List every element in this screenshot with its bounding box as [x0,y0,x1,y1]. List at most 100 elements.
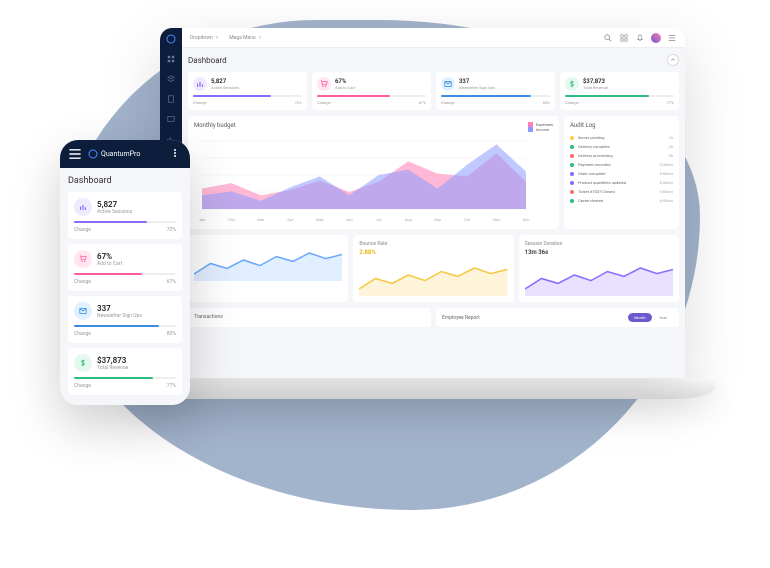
stat-change-label: Change [317,100,331,105]
stat-pct: 67% [419,100,426,105]
sidebar-box-icon[interactable] [166,114,176,124]
svg-text:Feb: Feb [228,217,235,222]
sparkline-chart [194,241,342,281]
sparkline-chart [359,256,507,296]
audit-item[interactable]: Order complete 6:00am [570,169,673,178]
dollar-icon [74,354,92,372]
svg-text:Jun: Jun [346,217,353,222]
stat-card: 337 Newsletter Sign Ups Change83% [436,72,555,110]
phone-stat-card: 337 Newsletter Sign Ups Change83% [68,296,182,343]
stat-change-label: Change [565,100,579,105]
svg-text:Aug: Aug [405,217,412,222]
mini-chart-title: Session Duration [525,241,673,247]
stat-change-label: Change [74,279,91,285]
stat-label: Newsletter Sign Ups [97,313,142,319]
audit-item[interactable]: Delivery processing3h [570,151,673,160]
phone-page-title: Dashboard [68,176,182,186]
audit-time: 0:30am [660,162,673,167]
stat-value: 5,827 [211,78,239,85]
stat-card: 5,827 Active Sessions Change72% [188,72,307,110]
stat-value: 5,827 [97,200,132,209]
audit-log-title: Audit Log [570,122,673,129]
stat-pct: 83% [543,100,550,105]
chart-title: Monthly budget [194,122,553,129]
stat-pct: 67% [167,279,176,285]
hamburger-icon[interactable] [68,147,82,161]
cart-icon [317,77,331,91]
phone-stat-card: 67% Add to Cart Change67% [68,244,182,291]
audit-text: Server pending [578,135,605,140]
phone-topbar: QuantumPro [60,140,190,168]
stat-value: 67% [335,78,355,85]
bell-icon[interactable] [635,33,645,43]
audit-item[interactable]: Ticket #7037 Closed6:00am [570,187,673,196]
audit-item[interactable]: Product quantities updated6:00am [570,178,673,187]
stat-change-label: Change [74,383,91,389]
chart-legend: ExpensesIncome [528,122,553,132]
mini-chart-value: 13m 36s [525,249,673,256]
topbar-dropdown[interactable]: Dropdown [190,35,213,41]
svg-text:Apr: Apr [287,217,294,222]
sidebar-layers-icon[interactable] [166,74,176,84]
audit-item[interactable]: Cache cleared6:00am [570,196,673,205]
stat-label: Active Sessions [97,209,132,215]
phone-stat-card: $37,873 Total Revenue Change77% [68,348,182,395]
cart-icon [74,250,92,268]
sidebar-home-icon[interactable] [166,54,176,64]
stat-change-label: Change [74,227,91,233]
app-topbar: Dropdown ▾ Mega Menu ▾ [182,28,685,48]
monthly-budget-card: Monthly budget ExpensesIncome JanFebMarA… [188,116,559,229]
stat-label: Add to Cart [335,85,355,90]
mail-icon [441,77,455,91]
svg-text:May: May [316,217,324,222]
audit-time: 2h [669,144,673,149]
audit-time: 1h [669,135,673,140]
search-icon[interactable] [603,33,613,43]
stat-value: 337 [459,78,495,85]
logo-icon[interactable] [166,34,176,44]
menu-icon[interactable] [667,33,677,43]
svg-text:Oct: Oct [464,217,471,222]
stat-change-label: Change [441,100,455,105]
stat-label: Active Sessions [211,85,239,90]
mini-chart-card: Bounce Rate 2.88% [353,235,513,302]
audit-item[interactable]: Payment recorded0:30am [570,160,673,169]
mini-chart-value: 2.88% [359,249,507,256]
stat-value: 337 [97,304,142,313]
bars-icon [193,77,207,91]
svg-text:Sep: Sep [434,217,441,222]
audit-time: 6:00am [660,171,673,176]
report-tab-month[interactable]: Month [628,313,652,322]
mini-chart-title: Bounce Rate [359,241,507,247]
audit-item[interactable]: Delivery complete 2h [570,142,673,151]
audit-text: Ticket #7037 Closed [578,189,615,194]
audit-text: Delivery complete [578,144,610,149]
stat-value: 67% [97,252,122,261]
phone-mockup: QuantumPro Dashboard 5,827 Active Sessio… [60,140,190,405]
svg-text:Nov: Nov [493,217,500,222]
mail-icon [74,302,92,320]
stat-label: Total Revenue [97,365,128,371]
audit-item[interactable]: Server pending 1h [570,133,673,142]
stat-pct: 72% [295,100,302,105]
collapse-button[interactable] [667,54,679,66]
laptop-mockup: Dropdown ▾ Mega Menu ▾ Dashboard 5,827 A… [160,28,685,378]
svg-text:Mar: Mar [257,217,265,222]
svg-text:Dec: Dec [523,217,530,222]
stat-card: $37,873 Total Revenue Change77% [560,72,679,110]
grid-icon[interactable] [619,33,629,43]
bars-icon [74,198,92,216]
employee-report-title: Employee Report [442,315,480,321]
more-icon[interactable] [170,148,182,160]
sidebar-page-icon[interactable] [166,94,176,104]
avatar[interactable] [651,33,661,43]
stat-value: $37,873 [583,78,608,85]
report-tab-year[interactable]: Year [653,313,673,322]
topbar-mega-menu[interactable]: Mega Menu [229,35,255,41]
audit-text: Order complete [578,171,605,176]
stat-pct: 83% [167,331,176,337]
employee-report-card: Employee Report Month Year [436,308,679,327]
mini-chart-card: Session Duration 13m 36s [519,235,679,302]
main-content: Dashboard 5,827 Active Sessions Change72… [182,48,685,378]
monthly-budget-chart: JanFebMarAprMayJunJulAugSepOctNovDec [194,133,534,223]
